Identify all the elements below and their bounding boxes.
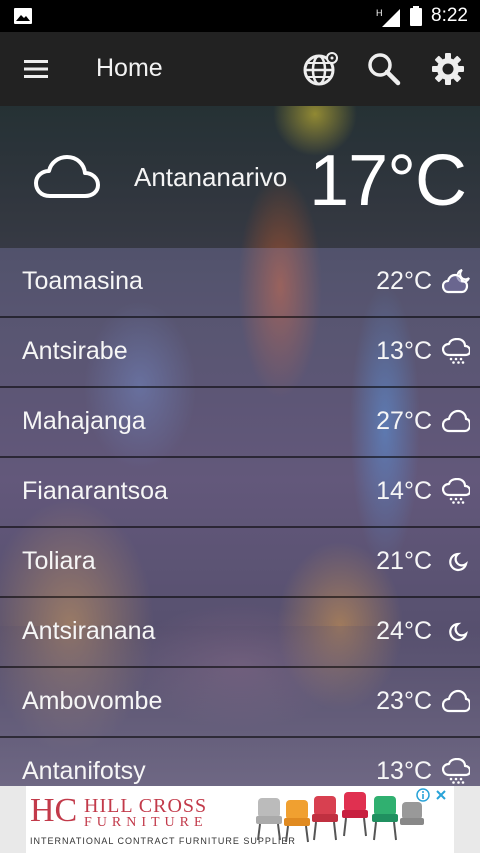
city-row[interactable]: Fianarantsoa 14°C bbox=[0, 458, 480, 528]
status-bar: H 8:22 bbox=[0, 0, 480, 32]
city-row[interactable]: Ambovombe 23°C bbox=[0, 668, 480, 738]
current-city: Antananarivo bbox=[134, 162, 288, 192]
rain-cloud-icon bbox=[442, 338, 470, 364]
chairs-image bbox=[256, 792, 424, 843]
city-row[interactable]: Toamasina 22°C bbox=[0, 248, 480, 318]
app-bar: Home bbox=[0, 32, 480, 106]
globe-icon[interactable] bbox=[302, 51, 338, 87]
cloud-icon bbox=[34, 155, 100, 198]
city-temperature: 24°C bbox=[376, 617, 432, 645]
network-type-label: H bbox=[376, 8, 383, 18]
city-temperature: 14°C bbox=[376, 477, 432, 505]
ad-content[interactable]: HC HILL CROSS FURNITURE INTERNATIONAL CO… bbox=[26, 786, 454, 853]
city-row[interactable]: Antsirabe 13°C bbox=[0, 318, 480, 388]
city-name: Toamasina bbox=[22, 267, 143, 295]
partly-cloudy-night-icon bbox=[442, 269, 470, 294]
city-name: Antsirabe bbox=[22, 337, 128, 365]
city-temperature: 13°C bbox=[376, 337, 432, 365]
city-name: Antsiranana bbox=[22, 617, 156, 645]
signal-icon: H bbox=[376, 8, 400, 27]
city-temperature: 23°C bbox=[376, 687, 432, 715]
ad-logo: HC bbox=[30, 792, 78, 829]
menu-icon[interactable] bbox=[22, 56, 50, 82]
ad-close-icon[interactable] bbox=[434, 788, 448, 802]
city-row[interactable]: Toliara 21°C bbox=[0, 528, 480, 598]
moon-icon bbox=[449, 552, 468, 572]
city-name: Antanifotsy bbox=[22, 757, 146, 785]
city-temperature: 13°C bbox=[376, 757, 432, 785]
gear-icon[interactable] bbox=[430, 51, 466, 87]
cloud-icon bbox=[442, 689, 470, 713]
city-row[interactable]: Antsiranana 24°C bbox=[0, 598, 480, 668]
city-name: Ambovombe bbox=[22, 687, 163, 715]
battery-icon bbox=[410, 6, 422, 26]
image-notification-icon bbox=[14, 8, 32, 24]
ad-brand-subtitle: FURNITURE bbox=[84, 815, 208, 830]
moon-icon bbox=[449, 622, 468, 642]
city-temperature: 21°C bbox=[376, 547, 432, 575]
ad-info-icon[interactable] bbox=[416, 788, 430, 802]
city-temperature: 27°C bbox=[376, 407, 432, 435]
ad-banner[interactable]: HC HILL CROSS FURNITURE INTERNATIONAL CO… bbox=[0, 786, 480, 853]
city-name: Mahajanga bbox=[22, 407, 146, 435]
search-icon[interactable] bbox=[366, 51, 402, 87]
city-list: Toamasina 22°C Antsirabe 13°C Mahajanga 27°C F… bbox=[0, 248, 480, 808]
rain-cloud-icon bbox=[442, 478, 470, 504]
current-weather[interactable]: Antananarivo 17°C bbox=[0, 106, 480, 248]
city-name: Fianarantsoa bbox=[22, 477, 168, 505]
city-row[interactable]: Mahajanga 27°C bbox=[0, 388, 480, 458]
city-name: Toliara bbox=[22, 547, 96, 575]
city-temperature: 22°C bbox=[376, 267, 432, 295]
current-temperature: 17°C bbox=[309, 141, 467, 221]
rain-cloud-icon bbox=[442, 758, 470, 784]
page-title: Home bbox=[96, 54, 163, 82]
cloud-icon bbox=[442, 409, 470, 433]
status-time: 8:22 bbox=[431, 5, 468, 26]
